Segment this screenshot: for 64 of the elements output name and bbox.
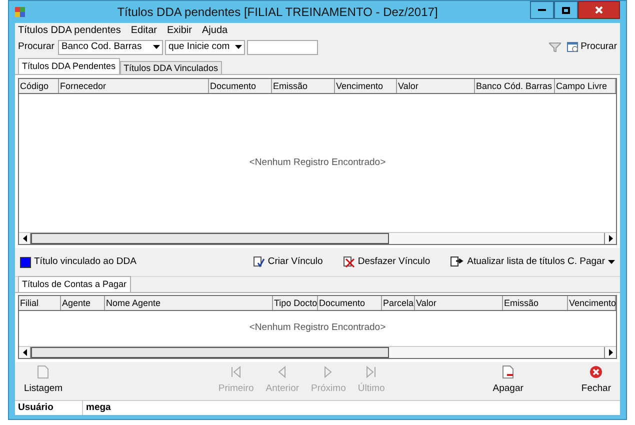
column-header[interactable]: Parcela <box>382 296 415 310</box>
menu-item[interactable]: Títulos DDA pendentes <box>18 22 121 38</box>
document-minus-icon <box>502 365 514 380</box>
column-header[interactable]: Tipo Docto <box>273 296 318 310</box>
status-value: mega <box>85 401 111 415</box>
column-header[interactable]: Banco Cód. Barras <box>475 79 555 93</box>
column-header[interactable]: Documento <box>318 296 382 310</box>
document-arrow-icon <box>450 256 464 268</box>
menu-item[interactable]: Editar <box>130 22 157 38</box>
caret-icon <box>608 260 615 264</box>
close-icon <box>595 6 603 14</box>
close-button[interactable] <box>578 1 620 19</box>
column-header[interactable]: Filial <box>19 296 61 310</box>
status-label: Usuário <box>15 401 83 416</box>
column-header[interactable]: Fornecedor <box>59 79 209 93</box>
menu-item[interactable]: Exibir <box>166 22 192 38</box>
tab[interactable]: Títulos DDA Vinculados <box>120 61 222 74</box>
next-icon <box>323 365 334 380</box>
data-grid[interactable]: Filial Agente Nome Agente Tipo Docto Documento Parcela Valor Emissão Vencimento <Nenhum Registro Encontrado> <box>18 295 617 359</box>
horizontal-scrollbar[interactable] <box>19 232 616 244</box>
calendar-search-icon <box>566 41 579 53</box>
app-icon <box>15 7 25 17</box>
toolbar-button[interactable]: Listagem <box>20 365 67 397</box>
action-button[interactable]: Atualizar lista de títulos C. Pagar <box>450 254 615 270</box>
column-header[interactable]: Campo Livre <box>555 79 616 93</box>
column-header[interactable]: Agente <box>61 296 105 310</box>
document-icon <box>37 365 50 380</box>
data-grid[interactable]: Código Fornecedor Documento Emissão Vencimento Valor Banco Cód. Barras Campo Livre <Nenhum Registro Encontrado> <box>18 78 617 245</box>
column-header[interactable]: Código <box>19 79 59 93</box>
column-header[interactable]: Vencimento <box>335 79 397 93</box>
toolbar-button[interactable]: Fechar <box>577 365 615 397</box>
tab[interactable]: Títulos DDA Pendentes <box>18 58 120 74</box>
column-header[interactable]: Valor <box>397 79 475 93</box>
last-icon <box>365 365 378 380</box>
column-header[interactable]: Valor <box>415 296 503 310</box>
action-button[interactable]: Desfazer Vínculo <box>342 254 430 270</box>
caret-icon <box>153 45 160 49</box>
document-check-icon <box>252 256 265 268</box>
caret-icon <box>235 45 242 49</box>
column-header[interactable]: Emissão <box>272 79 335 93</box>
mode-dropdown[interactable]: que Inicie com <box>165 40 246 54</box>
column-header[interactable]: Vencimento <box>568 296 616 310</box>
window-title: Títulos DDA pendentes [FILIAL TREINAMENTO - Dez/2017] <box>116 4 439 21</box>
empty-message: <Nenhum Registro Encontrado> <box>249 156 386 170</box>
document-cross-icon <box>342 256 355 268</box>
column-header[interactable]: Documento <box>209 79 272 93</box>
column-header[interactable]: Emissão <box>503 296 568 310</box>
empty-message: <Nenhum Registro Encontrado> <box>249 321 386 336</box>
column-header[interactable]: Nome Agente <box>105 296 273 310</box>
search-button[interactable]: Procurar <box>566 40 617 54</box>
first-icon <box>230 365 242 380</box>
menu-item[interactable]: Ajuda <box>202 22 228 38</box>
action-button[interactable]: Criar Vínculo <box>252 254 323 270</box>
close-icon <box>589 365 604 380</box>
minimize-button[interactable] <box>530 1 554 19</box>
legend-label: Título vinculado ao DDA <box>34 254 136 269</box>
search-label: Procurar <box>18 40 54 54</box>
field-dropdown[interactable]: Banco Cod. Barras <box>58 40 164 54</box>
toolbar-button[interactable]: Apagar <box>488 365 528 397</box>
search-field[interactable] <box>247 40 318 54</box>
maximize-button[interactable] <box>554 1 578 19</box>
horizontal-scrollbar[interactable] <box>19 346 616 358</box>
previous-icon <box>277 365 288 380</box>
tab[interactable]: Títulos de Contas a Pagar <box>18 276 131 292</box>
